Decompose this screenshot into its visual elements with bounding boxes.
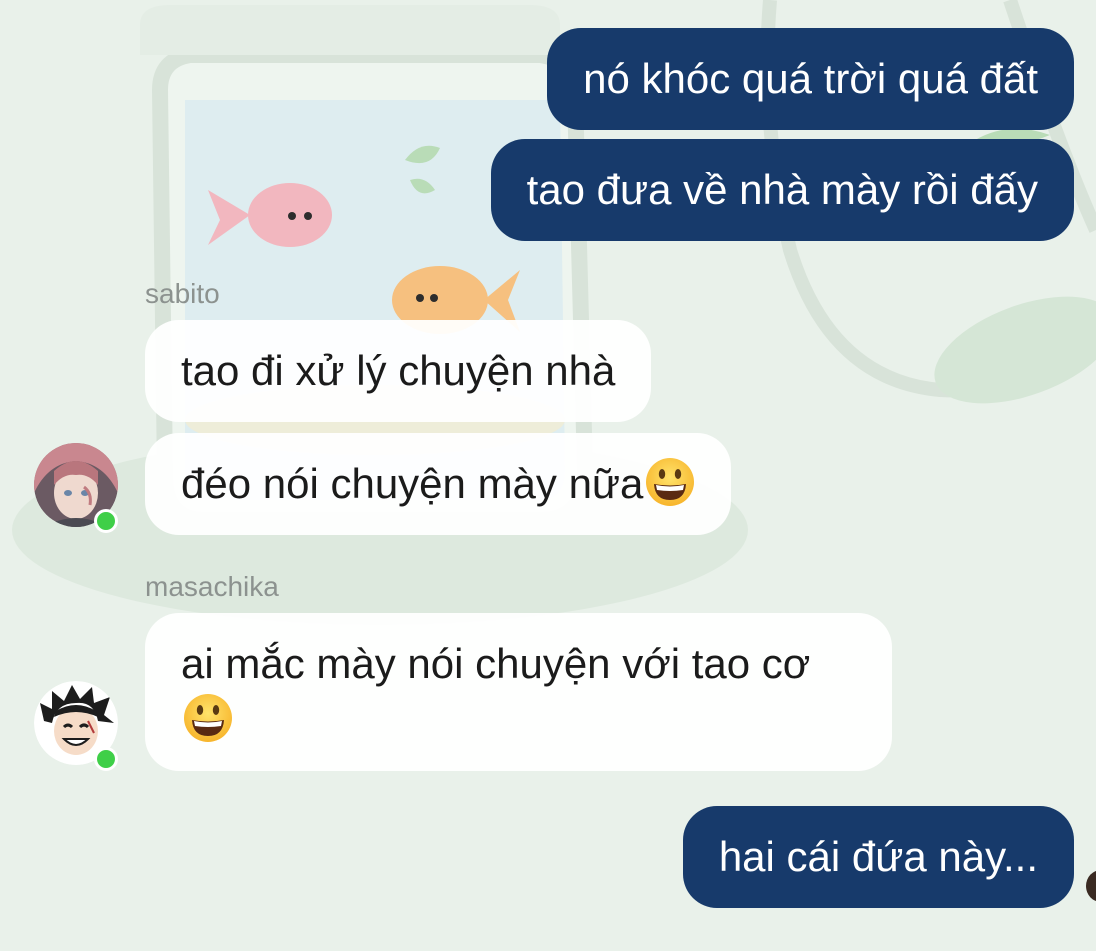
online-status-dot <box>94 509 118 533</box>
message-bubble-incoming[interactable]: tao đi xử lý chuyện nhà <box>145 320 652 422</box>
read-receipt-avatar <box>1086 870 1096 902</box>
message-bubble-outgoing[interactable]: tao đưa về nhà mày rồi đấy <box>490 139 1074 241</box>
online-status-dot <box>94 747 118 771</box>
message-bubble-outgoing[interactable]: nó khóc quá trời quá đất <box>547 28 1074 130</box>
message-text: tao đi xử lý chuyện nhà <box>181 347 616 394</box>
message-text: nó khóc quá trời quá đất <box>583 55 1038 102</box>
message-text: hai cái đứa này... <box>718 833 1038 880</box>
message-text: tao đưa về nhà mày rồi đấy <box>526 166 1038 213</box>
sender-name: sabito <box>145 278 220 309</box>
grinning-face-emoji <box>646 458 695 506</box>
message-bubble-outgoing[interactable]: hai cái đứa này... <box>682 806 1074 908</box>
grinning-face-emoji <box>184 694 232 742</box>
message-text: ai mắc mày nói chuyện với tao cơ <box>181 640 811 687</box>
message-bubble-incoming[interactable]: đéo nói chuyện mày nữa <box>145 433 732 535</box>
sender-name: masachika <box>145 571 279 602</box>
chat-thread: nó khóc quá trời quá đất tao đưa về nhà … <box>0 0 1096 951</box>
message-text: đéo nói chuyện mày nữa <box>181 460 644 507</box>
message-bubble-incoming[interactable]: ai mắc mày nói chuyện với tao cơ <box>145 613 892 771</box>
